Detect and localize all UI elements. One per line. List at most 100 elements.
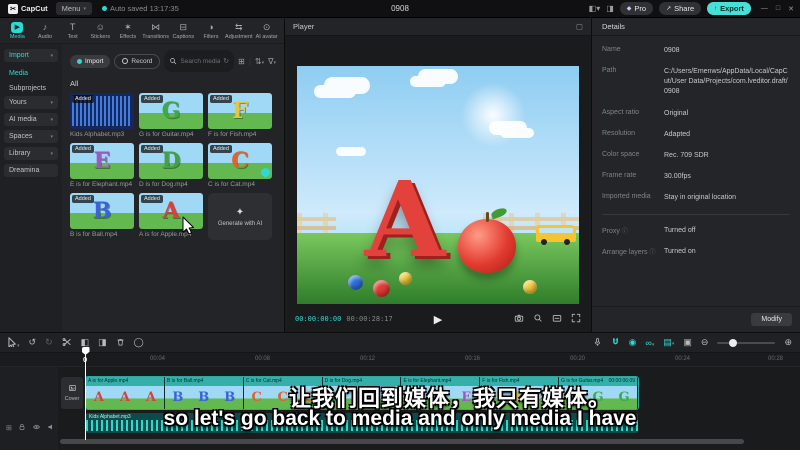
school-bus [536, 225, 577, 246]
total-duration: 00:00:28:17 [346, 315, 393, 323]
tab-transitions[interactable]: ⋈ Transitions [142, 22, 169, 40]
media-item-e-elephant[interactable]: Added E E is for Elephant.mp4 [70, 143, 134, 188]
mask-icon[interactable]: ◯ [134, 337, 144, 348]
search-history-icon[interactable]: ↻ [223, 57, 229, 65]
undo-icon[interactable]: ↺ [29, 337, 37, 348]
split-icon[interactable] [62, 337, 72, 349]
fullscreen-icon[interactable] [571, 313, 581, 325]
cloud [500, 127, 535, 138]
timeline-toolbar: ▾ ↺ ↻ ◧ ◨ ◯ ◉ ∞▾ ▤▾ ▣ ⊖ ⊕ [0, 333, 800, 353]
sidebar-import[interactable]: Import ▾ [4, 49, 58, 62]
media-item-b-ball[interactable]: Added B B is for Ball.mp4 [70, 193, 134, 240]
import-button[interactable]: Import [70, 54, 111, 68]
zoom-in-icon[interactable]: ⊕ [784, 337, 792, 348]
zoom-knob[interactable] [729, 338, 738, 347]
tab-text[interactable]: T Text [59, 22, 86, 40]
filter-icon[interactable]: ∇▾ [268, 57, 276, 66]
divider [602, 214, 790, 216]
proxy-value: Turned off [664, 227, 696, 235]
voiceover-icon[interactable] [593, 337, 602, 349]
tab-media[interactable]: ▶ Media [4, 21, 31, 40]
arrange-layers-value: Turned on [664, 248, 696, 256]
text-icon: T [69, 21, 76, 32]
main-track-snap-icon[interactable]: ◉ [629, 337, 637, 348]
modify-button[interactable]: Modify [751, 313, 792, 326]
timeline-ruler[interactable]: 0 00:04 00:08 00:12 00:16 00:20 00:24 00… [0, 353, 800, 367]
preview-axis-icon[interactable]: ▤▾ [663, 337, 674, 348]
play-button[interactable]: ▶ [434, 313, 442, 326]
tab-captions[interactable]: ⊟ Captions [170, 22, 197, 40]
snapshot-icon[interactable] [514, 313, 524, 325]
tab-stickers[interactable]: ☺ Stickers [87, 22, 114, 40]
maximize-button[interactable]: □ [776, 5, 780, 13]
grid-view-icon[interactable]: ⊞ [238, 57, 245, 66]
effects-icon: ✶ [124, 21, 132, 32]
redo-icon[interactable]: ↻ [45, 337, 53, 348]
pro-button[interactable]: ◆ Pro [619, 2, 654, 15]
generate-with-ai-card[interactable]: ✦ Generate with AI [208, 193, 272, 240]
search-box[interactable]: ↻ [164, 50, 235, 72]
share-button[interactable]: ↗ Share [659, 2, 702, 15]
sidebar-item-ai-media[interactable]: AI media ▾ [4, 113, 58, 126]
tab-effects[interactable]: ✶ Effects [115, 22, 142, 40]
chevron-down-icon: ▾ [50, 52, 53, 59]
letter-a-3d: A [364, 157, 446, 281]
media-icon: ▶ [11, 21, 24, 33]
horizontal-scrollbar[interactable] [60, 439, 744, 444]
tab-audio[interactable]: ♪ Audio [32, 22, 59, 40]
added-badge: Added [141, 195, 163, 203]
sidebar-item-library[interactable]: Library ▾ [4, 147, 58, 160]
media-item-f-fish[interactable]: Added F F is for Fish.mp4 [208, 93, 272, 138]
track-height-icon[interactable]: ▣ [683, 337, 692, 348]
record-button[interactable]: Record [114, 53, 161, 69]
export-button[interactable]: ↑ Export [707, 2, 751, 15]
chevron-down-icon: ▾ [50, 150, 53, 157]
media-item-c-cat[interactable]: Added C C is for Cat.mp4 [208, 143, 272, 188]
filter-all-label[interactable]: All [70, 79, 276, 88]
delete-icon[interactable] [116, 337, 125, 349]
layout-default-icon[interactable]: ◨ [606, 4, 614, 13]
sidebar-item-dreamina[interactable]: Dreamina [4, 164, 58, 177]
preview-canvas[interactable]: A [297, 66, 579, 304]
delete-right-icon[interactable]: ◨ [98, 337, 107, 348]
media-grid: Added Kids Alphabet.mp3 Added G G is for … [70, 93, 276, 240]
sidebar-item-subprojects[interactable]: Subprojects [4, 81, 58, 96]
sort-icon[interactable]: ⇅▾ [255, 57, 264, 66]
ratio-icon[interactable] [552, 313, 562, 325]
tab-ai-avatar[interactable]: ⊙ AI avatar [253, 22, 280, 40]
sync-badge [261, 168, 270, 177]
media-item-kids-alphabet[interactable]: Added Kids Alphabet.mp3 [70, 93, 134, 138]
select-tool-icon[interactable]: ▾ [8, 336, 20, 349]
close-button[interactable]: ✕ [788, 5, 794, 13]
added-badge: Added [210, 95, 232, 103]
media-item-d-dog[interactable]: Added D D is for Dog.mp4 [139, 143, 203, 188]
tab-filters[interactable]: ◑ Filters [198, 22, 225, 40]
capcut-window: ✂ CapCut Menu ▾ Auto saved 13:17:35 0908 … [0, 0, 800, 450]
tab-adjustment[interactable]: ⇆ Adjustment [225, 22, 253, 40]
zoom-out-icon[interactable]: ⊖ [701, 337, 709, 348]
project-path-value: C:/Users/Emenws/AppData/Local/CapCut/Use… [664, 68, 788, 96]
subtitle-english: so let's go back to media and only media… [163, 407, 637, 430]
auto-linking-icon[interactable]: ∞▾ [645, 338, 654, 348]
sticker-icon: ☺ [95, 21, 105, 32]
ai-generate-icon: ✦ [235, 206, 245, 218]
layout-panels-icon[interactable]: ◧▾ [589, 4, 601, 13]
player-controls: 00:00:00:00 00:00:28:17 ▶ [285, 306, 591, 332]
import-icon [77, 58, 82, 64]
sidebar-item-yours[interactable]: Yours ▾ [4, 96, 58, 109]
sidebar-item-media[interactable]: Media [4, 66, 58, 81]
details-panel: Details Name 0908 Path C:/Users/Emenws/App… [592, 18, 800, 332]
sidebar-item-spaces[interactable]: Spaces ▾ [4, 130, 58, 143]
minimize-button[interactable]: — [761, 5, 768, 13]
info-icon: ⓘ [621, 229, 628, 236]
player-options-icon[interactable]: ▢ [576, 22, 583, 31]
magnetic-track-icon[interactable] [611, 337, 620, 349]
diamond-icon: ◆ [626, 6, 632, 12]
chevron-down-icon: ▾ [50, 133, 53, 140]
timeline-zoom-slider[interactable] [717, 338, 776, 347]
share-icon: ↗ [666, 6, 672, 12]
search-input[interactable] [180, 57, 221, 65]
preview-quality-icon[interactable] [533, 313, 543, 325]
added-badge: Added [210, 145, 232, 153]
media-item-g-guitar[interactable]: Added G G is for Guitar.mp4 [139, 93, 203, 138]
